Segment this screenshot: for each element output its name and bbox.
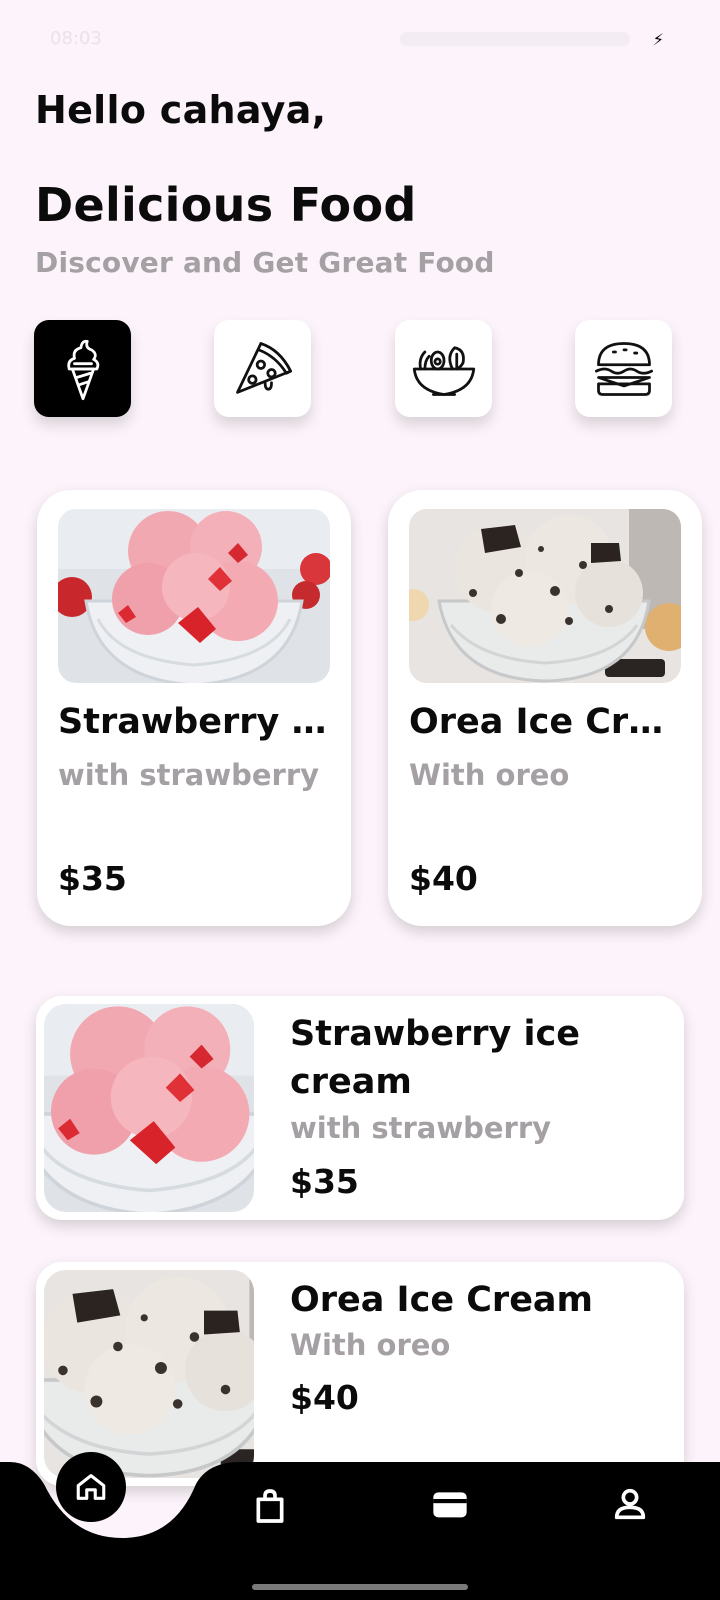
food-image [44, 1270, 254, 1478]
category-ice-cream[interactable] [34, 320, 131, 417]
list-item[interactable]: Strawberry ice cream with strawberry $35 [36, 996, 684, 1220]
battery-charging-icon: ⚡ [652, 30, 664, 49]
wallet-icon[interactable] [430, 1484, 470, 1524]
featured-card[interactable]: Orea Ice Cream With oreo $40 [388, 490, 702, 926]
food-price: $40 [290, 1378, 359, 1417]
food-name: Strawberry ice cream [290, 1014, 580, 1102]
category-salad[interactable] [395, 320, 492, 417]
featured-card[interactable]: Strawberry ice cream with strawberry $35 [37, 490, 351, 926]
category-burger[interactable] [575, 320, 672, 417]
food-image [409, 509, 681, 683]
food-name: Strawberry ice cream [58, 702, 334, 742]
list-item[interactable]: Orea Ice Cream With oreo $40 [36, 1262, 684, 1486]
page-subtitle: Discover and Get Great Food [35, 246, 495, 279]
food-name: Orea Ice Cream [409, 702, 685, 742]
food-description: With oreo [290, 1328, 451, 1362]
category-pizza[interactable] [214, 320, 311, 417]
page-title: Delicious Food [35, 178, 417, 232]
ice-cream-icon [66, 339, 99, 400]
greeting: Hello cahaya, [35, 88, 327, 132]
food-name: Orea Ice Cream [290, 1280, 594, 1320]
food-description: with strawberry [290, 1111, 552, 1145]
burger-icon [594, 341, 653, 396]
nav-home[interactable] [56, 1452, 126, 1522]
food-price: $35 [290, 1162, 359, 1201]
food-price: $40 [409, 859, 478, 898]
food-price: $35 [58, 859, 127, 898]
status-icons [400, 32, 630, 46]
salad-bowl-icon [412, 345, 475, 396]
profile-icon[interactable] [610, 1484, 650, 1524]
food-image [58, 509, 330, 683]
status-bar: 08:03 ⚡ [0, 0, 720, 82]
food-description: with strawberry [58, 758, 320, 792]
pizza-icon [235, 341, 292, 394]
status-time: 08:03 [50, 28, 102, 49]
home-icon [76, 1474, 106, 1500]
shopping-bag-icon[interactable] [250, 1486, 290, 1526]
home-indicator [252, 1584, 468, 1590]
food-description: With oreo [409, 758, 570, 792]
food-image [44, 1004, 254, 1212]
